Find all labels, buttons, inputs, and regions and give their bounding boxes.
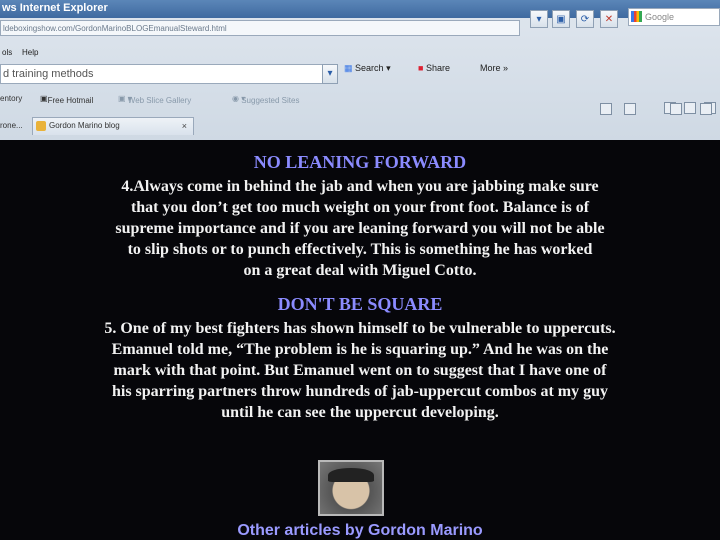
address-dropdown-icon[interactable]: ▾: [530, 10, 548, 28]
section4-line: to slip shots or to punch effectively. T…: [127, 241, 593, 258]
search-button[interactable]: ▦ Search ▾: [344, 60, 391, 76]
favorite-item-web-slice[interactable]: ▣ Web Slice Gallery ▾: [118, 94, 191, 105]
help-menu-icon[interactable]: [700, 103, 712, 115]
section5-line: until he can see the uppercut developing…: [221, 404, 499, 421]
favorite-item[interactable]: entory: [0, 94, 22, 103]
favorite-item-hotmail[interactable]: ▣ Free Hotmail: [40, 94, 93, 105]
tab-close-icon[interactable]: ×: [182, 118, 187, 134]
section-heading-no-leaning-forward: NO LEANING FORWARD: [253, 152, 467, 172]
author-photo: [318, 460, 384, 516]
more-button[interactable]: More »: [480, 60, 508, 76]
refresh-icon[interactable]: ⟳: [576, 10, 594, 28]
section4-line: that you don’t get too much weight on yo…: [130, 199, 590, 216]
menu-bar: ols Help: [0, 46, 720, 60]
page-favicon-icon: [36, 121, 46, 131]
menu-item-help[interactable]: Help: [22, 48, 38, 57]
section4-line: on a great deal with Miguel Cotto.: [243, 262, 477, 279]
compatibility-icon[interactable]: ▣: [552, 10, 570, 28]
address-bar[interactable]: ldeboxingshow.com/GordonMarinoBLOGEmanua…: [0, 20, 520, 36]
section5-line: 5. One of my best fighters has shown him…: [104, 320, 616, 337]
section5-line: his sparring partners throw hundreds of …: [111, 383, 609, 400]
tab-row: rone... Gordon Marino blog ×: [0, 103, 720, 137]
share-icon: ■: [418, 63, 424, 73]
section-heading-dont-be-square: DON'T BE SQUARE: [277, 294, 443, 314]
page-menu-icon[interactable]: [600, 103, 612, 115]
favorites-bar: entory ▣ Free Hotmail ▣ Web Slice Galler…: [0, 92, 720, 106]
tools-menu-icon[interactable]: [670, 103, 682, 115]
window-title: ws Internet Explorer: [2, 2, 108, 14]
share-button[interactable]: ■ Share: [418, 60, 450, 76]
author-cap: [328, 468, 374, 482]
google-search-input[interactable]: Google: [628, 8, 720, 26]
browser-chrome: ws Internet Explorer ldeboxingshow.com/G…: [0, 0, 720, 140]
tab-stub[interactable]: rone...: [0, 121, 23, 130]
menu-item-tools[interactable]: ols: [2, 48, 12, 57]
toolbar-search-input[interactable]: d training methods: [0, 64, 338, 84]
section5-line: Emanuel told me, “The problem is he is s…: [111, 341, 609, 358]
stop-icon[interactable]: ✕: [600, 10, 618, 28]
google-icon: [631, 11, 642, 22]
search-dropdown-icon[interactable]: ▾: [322, 64, 338, 84]
section4-line: 4.Always come in behind the jab and when…: [121, 178, 599, 195]
favorite-item-suggested[interactable]: ◉ Suggested Sites ▾: [232, 94, 299, 105]
google-search-icon: ▦: [344, 63, 353, 73]
other-articles-link[interactable]: Other articles by Gordon Marino: [0, 522, 720, 540]
safety-menu-icon[interactable]: [624, 103, 636, 115]
tab-gordon-marino-blog[interactable]: Gordon Marino blog ×: [32, 117, 194, 135]
section5-line: mark with that point. But Emanuel went o…: [113, 362, 607, 379]
section4-line: supreme importance and if you are leanin…: [115, 220, 605, 237]
